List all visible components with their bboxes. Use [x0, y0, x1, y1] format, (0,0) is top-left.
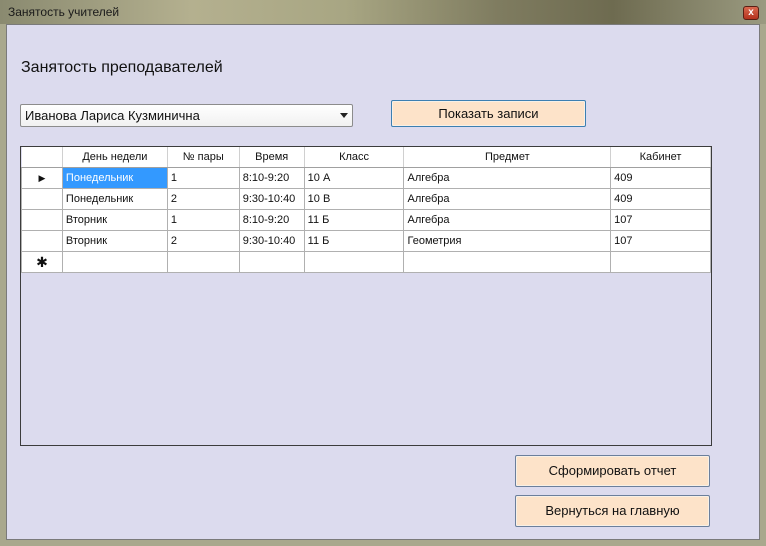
table-row[interactable]: Понедельник 2 9:30-10:40 10 В Алгебра 40…	[21, 188, 711, 210]
window-title: Занятость учителей	[8, 5, 120, 19]
cell-time[interactable]: 9:30-10:40	[238, 230, 305, 252]
new-row[interactable]: ✱	[21, 251, 711, 273]
cell-subject[interactable]: Алгебра	[403, 188, 612, 210]
row-header[interactable]	[21, 230, 63, 252]
column-header-day[interactable]: День недели	[62, 147, 168, 168]
cell-time[interactable]: 8:10-9:20	[238, 167, 305, 189]
title-bar: Занятость учителей x	[0, 0, 766, 24]
cell-class[interactable]: 11 Б	[303, 230, 405, 252]
cell-room[interactable]: 409	[610, 167, 711, 189]
cell-lesson-number[interactable]: 2	[166, 188, 240, 210]
column-header-time[interactable]: Время	[239, 147, 305, 168]
cell-day[interactable]: Понедельник	[61, 188, 168, 210]
cell-room[interactable]: 107	[610, 209, 711, 231]
teacher-select-value: Иванова Лариса Кузминична	[25, 108, 200, 123]
row-header[interactable]	[21, 188, 63, 210]
cell-class[interactable]: 10 А	[303, 167, 405, 189]
cell-time[interactable]: 9:30-10:40	[238, 188, 305, 210]
cell-subject[interactable]: Геометрия	[403, 230, 612, 252]
table-row[interactable]: Вторник 2 9:30-10:40 11 Б Геометрия 107	[21, 230, 711, 252]
back-to-main-button[interactable]: Вернуться на главную	[515, 495, 710, 527]
row-header-corner	[21, 147, 63, 168]
close-icon: x	[748, 7, 754, 18]
chevron-down-icon[interactable]	[340, 113, 348, 118]
cell-room[interactable]: 409	[610, 188, 711, 210]
teacher-select[interactable]: Иванова Лариса Кузминична	[20, 104, 353, 127]
cell-subject[interactable]: Алгебра	[403, 167, 612, 189]
cell-day[interactable]: Понедельник	[61, 167, 168, 189]
cell-class[interactable]: 10 В	[303, 188, 405, 210]
cell-day[interactable]	[61, 251, 168, 273]
cell-lesson-number[interactable]	[166, 251, 240, 273]
close-button[interactable]: x	[743, 6, 759, 20]
column-header-class[interactable]: Класс	[304, 147, 405, 168]
cell-time[interactable]: 8:10-9:20	[238, 209, 305, 231]
page-title: Занятость преподавателей	[21, 59, 223, 76]
cell-subject[interactable]	[403, 251, 612, 273]
table-row[interactable]: Вторник 1 8:10-9:20 11 Б Алгебра 107	[21, 209, 711, 231]
schedule-grid[interactable]: День недели № пары Время Класс Предмет К…	[20, 146, 712, 446]
cell-day[interactable]: Вторник	[61, 230, 168, 252]
row-header[interactable]	[21, 209, 63, 231]
cell-day[interactable]: Вторник	[61, 209, 168, 231]
cell-class[interactable]: 11 Б	[303, 209, 405, 231]
column-header-room[interactable]: Кабинет	[610, 147, 711, 168]
column-header-lesson-number[interactable]: № пары	[167, 147, 240, 168]
current-row-arrow-icon: ▶	[38, 172, 46, 183]
cell-room[interactable]	[610, 251, 711, 273]
cell-time[interactable]	[238, 251, 305, 273]
cell-lesson-number[interactable]: 2	[166, 230, 240, 252]
cell-class[interactable]	[303, 251, 405, 273]
row-header[interactable]: ▶	[21, 167, 63, 189]
cell-lesson-number[interactable]: 1	[166, 209, 240, 231]
cell-subject[interactable]: Алгебра	[403, 209, 612, 231]
table-row[interactable]: ▶ Понедельник 1 8:10-9:20 10 А Алгебра 4…	[21, 167, 711, 189]
cell-room[interactable]: 107	[610, 230, 711, 252]
new-row-asterisk-icon: ✱	[36, 253, 48, 270]
cell-lesson-number[interactable]: 1	[166, 167, 240, 189]
show-records-button[interactable]: Показать записи	[391, 100, 586, 127]
generate-report-button[interactable]: Сформировать отчет	[515, 455, 710, 487]
row-header[interactable]: ✱	[21, 251, 63, 273]
column-header-subject[interactable]: Предмет	[403, 147, 612, 168]
